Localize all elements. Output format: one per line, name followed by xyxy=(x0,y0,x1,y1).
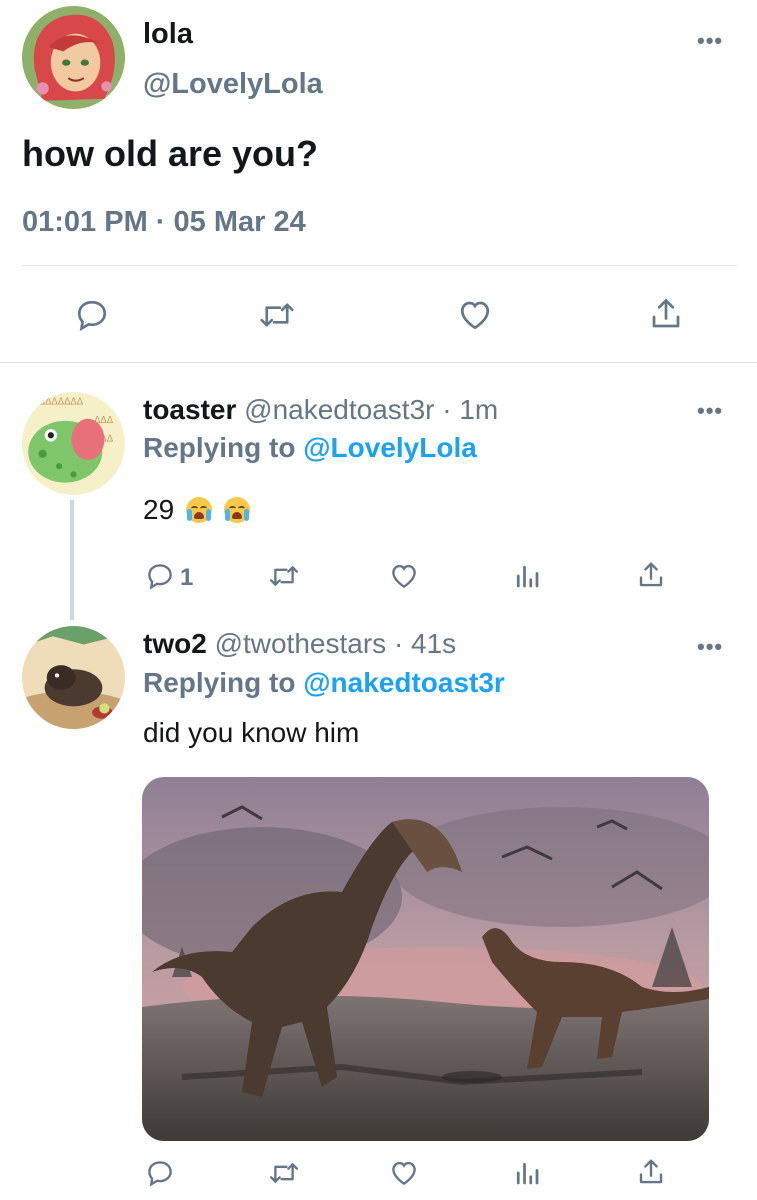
reply-author-name[interactable]: toaster xyxy=(143,394,236,425)
avatar-lola[interactable] xyxy=(22,6,125,109)
author-handle[interactable]: @LovelyLola xyxy=(143,68,323,101)
reply-author-name[interactable]: two2 xyxy=(143,628,207,659)
replying-to: Replying to @LovelyLola xyxy=(143,432,477,464)
replying-to-link[interactable]: @nakedtoast3r xyxy=(303,667,505,698)
like-icon[interactable] xyxy=(388,561,420,591)
avatar-two2[interactable] xyxy=(22,626,125,729)
more-options-icon[interactable]: ••• xyxy=(697,28,723,54)
reply-text-content: 29 xyxy=(143,494,175,525)
tweet-text: how old are you? xyxy=(22,133,319,174)
share-icon[interactable] xyxy=(648,295,684,333)
replying-to-link[interactable]: @LovelyLola xyxy=(303,432,477,463)
svg-text:ΔΔΔΔΔΔΔΔΔ: ΔΔΔΔΔΔΔΔΔ xyxy=(26,396,84,407)
replying-to-label: Replying to xyxy=(143,432,296,463)
more-options-icon[interactable]: ••• xyxy=(697,634,723,660)
like-icon[interactable] xyxy=(456,297,494,333)
attached-image[interactable] xyxy=(142,777,709,1141)
reply-text: did you know him xyxy=(143,717,360,748)
retweet-icon[interactable] xyxy=(258,297,296,333)
reply-author-handle[interactable]: @nakedtoast3r · 1m xyxy=(244,394,498,425)
retweet-icon[interactable] xyxy=(268,561,300,591)
analytics-icon[interactable] xyxy=(512,561,542,591)
divider xyxy=(22,265,737,266)
more-options-icon[interactable]: ••• xyxy=(697,398,723,424)
replying-to-label: Replying to xyxy=(143,667,296,698)
reply-text: 29 xyxy=(143,494,250,526)
reply-header: toaster @nakedtoast3r · 1m xyxy=(143,394,498,426)
reply-icon[interactable] xyxy=(145,561,175,591)
reply-icon[interactable] xyxy=(74,297,110,333)
reply-header: two2 @twothestars · 41s xyxy=(143,628,456,660)
crying-face-icon xyxy=(185,497,212,523)
avatar-toaster[interactable]: ΔΔΔΔΔΔΔΔΔΔΔΔΔΔΔ xyxy=(22,392,125,495)
replying-to: Replying to @nakedtoast3r xyxy=(143,667,505,699)
share-icon[interactable] xyxy=(636,1156,666,1188)
reply-icon[interactable] xyxy=(145,1158,175,1188)
tweet-timestamp[interactable]: 01:01 PM · 05 Mar 24 xyxy=(22,206,306,239)
like-icon[interactable] xyxy=(388,1158,420,1188)
reply-count: 1 xyxy=(180,564,194,591)
thread-line xyxy=(70,500,74,620)
author-name[interactable]: lola xyxy=(143,18,193,51)
crying-face-icon xyxy=(223,497,250,523)
retweet-icon[interactable] xyxy=(268,1158,300,1188)
share-icon[interactable] xyxy=(636,559,666,591)
analytics-icon[interactable] xyxy=(512,1158,542,1188)
divider xyxy=(0,362,757,363)
reply-author-handle[interactable]: @twothestars · 41s xyxy=(215,628,457,659)
